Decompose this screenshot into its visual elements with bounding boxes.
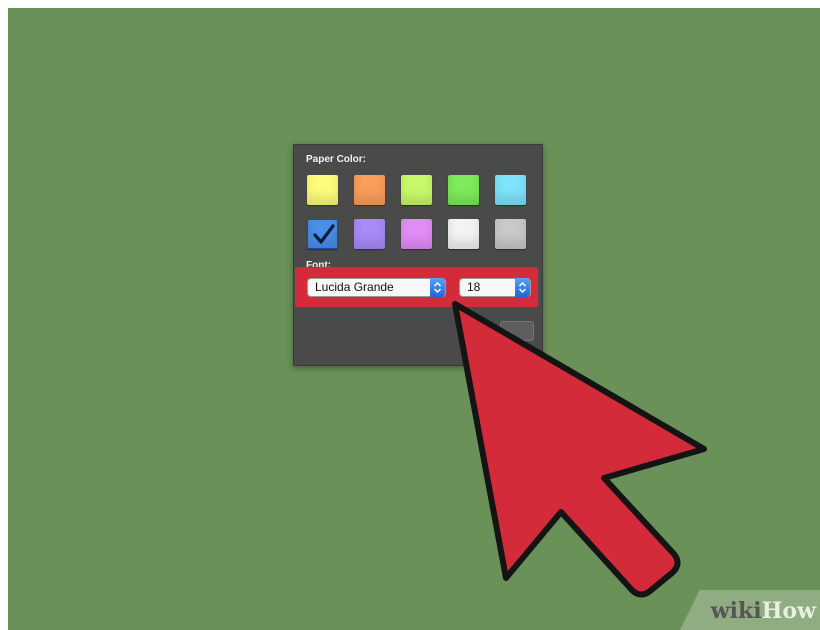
wikihow-logo: wikiHow (710, 598, 816, 624)
pointer-arrow-icon (452, 301, 707, 598)
screenshot-background: Paper Color: Font: Lucida Grande 18 wiki… (8, 8, 820, 630)
